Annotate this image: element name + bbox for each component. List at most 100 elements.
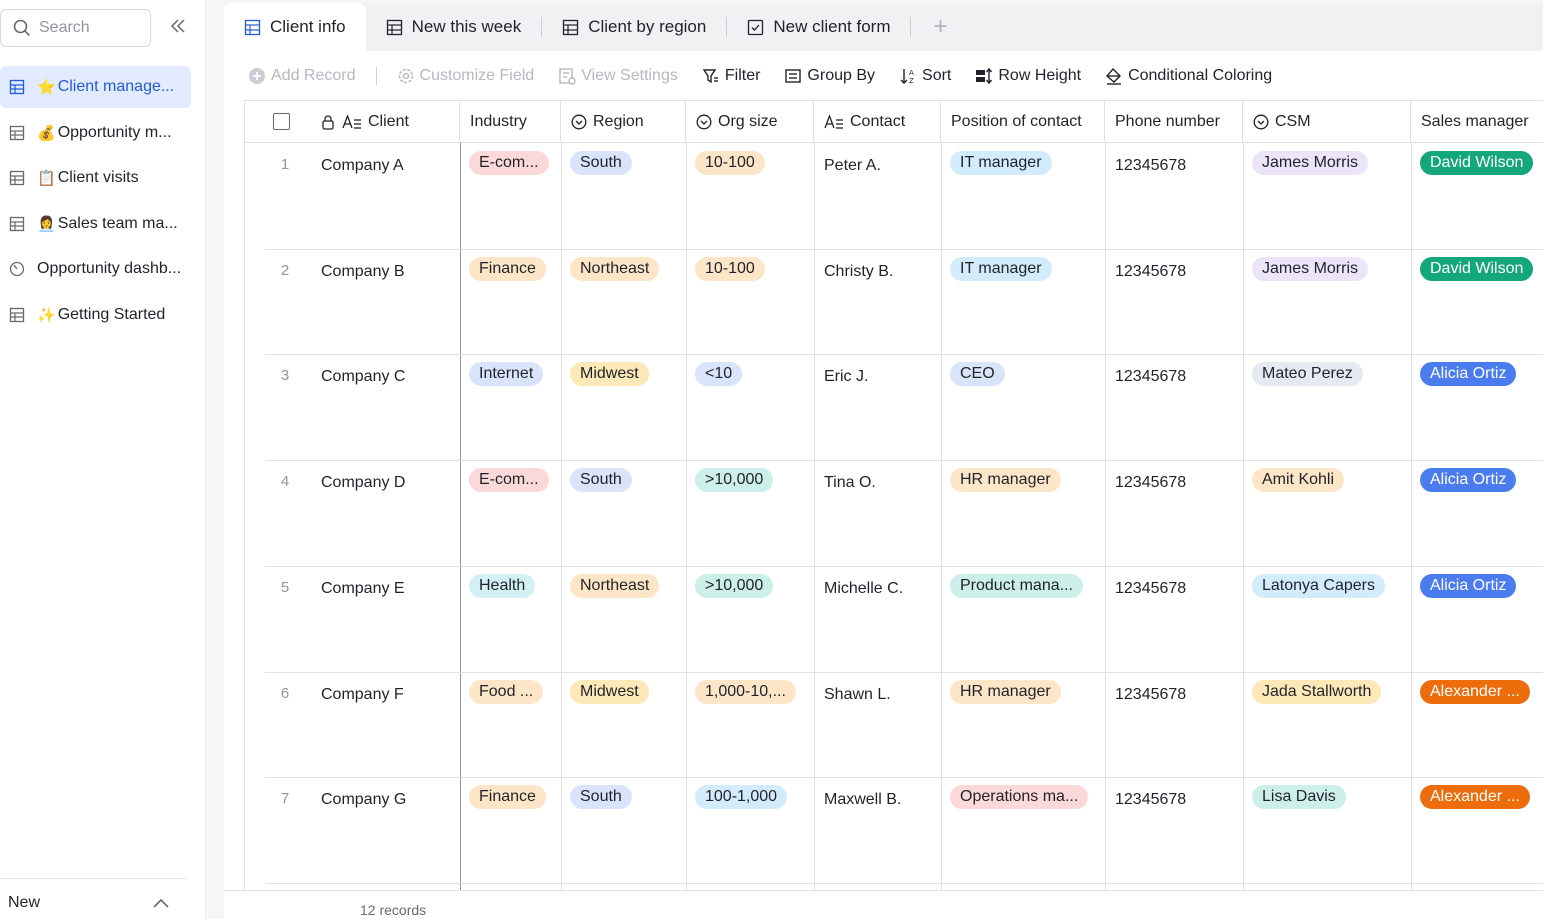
header-position[interactable]: Position of contact — [941, 101, 1105, 143]
tag-position[interactable]: HR manager — [950, 468, 1061, 493]
tag-position[interactable]: HR manager — [950, 679, 1061, 704]
tag-csm[interactable]: Lisa Davis — [1252, 785, 1346, 810]
tag-industry[interactable]: E-com... — [469, 151, 549, 175]
sort-button[interactable]: AZ Sort — [899, 67, 951, 85]
sidebar-item-2[interactable]: 📋 Client visits — [0, 157, 191, 199]
cell-client[interactable]: Company C — [321, 368, 405, 386]
tag-region[interactable]: Northeast — [570, 573, 660, 598]
cell-phone[interactable]: 12345678 — [1115, 791, 1186, 809]
cell-phone[interactable]: 12345678 — [1115, 368, 1186, 386]
header-sales-manager[interactable]: Sales manager — [1411, 101, 1543, 143]
add-view-icon[interactable]: + — [933, 13, 947, 41]
tag-industry[interactable]: Food ... — [469, 679, 544, 704]
tag-csm[interactable]: Jada Stallworth — [1252, 679, 1382, 704]
cell-contact[interactable]: Maxwell B. — [824, 791, 901, 809]
tag-org-size[interactable]: 1,000-10,... — [695, 679, 796, 704]
header-org-size[interactable]: Org size — [686, 101, 814, 143]
tag-industry[interactable]: Health — [469, 573, 536, 598]
tag-sales-manager[interactable]: David Wilson — [1420, 151, 1534, 175]
cell-phone[interactable]: 12345678 — [1115, 474, 1186, 492]
new-menu[interactable]: New — [0, 878, 186, 919]
tag-org-size[interactable]: 10-100 — [695, 256, 765, 281]
tag-org-size[interactable]: 10-100 — [695, 151, 765, 175]
cell-contact[interactable]: Tina O. — [824, 474, 876, 492]
tag-industry[interactable]: E-com... — [469, 468, 549, 493]
tag-org-size[interactable]: 100-1,000 — [695, 785, 788, 810]
collapse-sidebar-icon[interactable] — [168, 16, 188, 36]
search-input[interactable]: Search — [0, 9, 151, 47]
cell-client[interactable]: Company D — [321, 474, 405, 492]
tag-region[interactable]: South — [570, 785, 632, 810]
view-tabs: Client info New this week Client by region… — [224, 3, 1543, 51]
tag-region[interactable]: South — [570, 151, 632, 175]
tag-region[interactable]: Midwest — [570, 362, 649, 387]
tag-position[interactable]: IT manager — [950, 151, 1052, 175]
cell-client[interactable]: Company A — [321, 157, 404, 175]
sidebar-item-1[interactable]: 💰 Opportunity m... — [0, 112, 191, 154]
tag-csm[interactable]: Mateo Perez — [1252, 362, 1363, 387]
cell-phone[interactable]: 12345678 — [1115, 157, 1186, 175]
tag-sales-manager[interactable]: David Wilson — [1420, 256, 1534, 281]
tag-sales-manager[interactable]: Alicia Ortiz — [1420, 573, 1517, 598]
cell-phone[interactable]: 12345678 — [1115, 686, 1186, 704]
tag-csm[interactable]: James Morris — [1252, 256, 1369, 281]
emoji-icon: 💰 — [37, 125, 56, 142]
tag-region[interactable]: Midwest — [570, 679, 649, 704]
tag-industry[interactable]: Finance — [469, 256, 546, 281]
header-client[interactable]: Client — [245, 101, 460, 143]
tag-sales-manager[interactable]: Alexander ... — [1420, 785, 1530, 810]
sidebar-item-5[interactable]: ✨ Getting Started — [0, 294, 191, 336]
cell-contact[interactable]: Michelle C. — [824, 580, 903, 598]
tag-region[interactable]: Northeast — [570, 256, 660, 281]
header-csm[interactable]: CSM — [1243, 101, 1411, 143]
text-field-icon — [342, 113, 361, 129]
cell-client[interactable]: Company F — [321, 686, 404, 704]
tag-csm[interactable]: James Morris — [1252, 151, 1369, 175]
sidebar-item-4[interactable]: Opportunity dashb... — [0, 248, 191, 290]
tag-position[interactable]: CEO — [950, 362, 1005, 387]
conditional-coloring-button[interactable]: Conditional Coloring — [1105, 67, 1272, 85]
cell-phone[interactable]: 12345678 — [1115, 580, 1186, 598]
header-contact[interactable]: Contact — [814, 101, 941, 143]
header-industry[interactable]: Industry — [460, 101, 561, 143]
cell-contact[interactable]: Eric J. — [824, 368, 868, 386]
customize-field-button[interactable]: Customize Field — [397, 67, 534, 85]
row-height-button[interactable]: Row Height — [975, 67, 1081, 85]
tag-position[interactable]: IT manager — [950, 256, 1052, 281]
sidebar-item-0[interactable]: ⭐ Client manage... — [0, 66, 191, 108]
add-record-button[interactable]: Add Record — [248, 67, 356, 85]
sidebar-item-label: Getting Started — [57, 306, 166, 323]
select-all-checkbox[interactable] — [273, 113, 290, 130]
tag-csm[interactable]: Latonya Capers — [1252, 573, 1385, 598]
header-region[interactable]: Region — [561, 101, 686, 143]
cell-contact[interactable]: Shawn L. — [824, 686, 891, 704]
tag-industry[interactable]: Internet — [469, 362, 544, 387]
tag-position[interactable]: Product mana... — [950, 573, 1083, 598]
tab-0[interactable]: Client info — [224, 3, 366, 51]
tag-sales-manager[interactable]: Alicia Ortiz — [1420, 362, 1517, 387]
tab-label: Client info — [270, 17, 346, 36]
tag-industry[interactable]: Finance — [469, 785, 546, 810]
tag-org-size[interactable]: >10,000 — [695, 468, 774, 493]
sidebar-item-3[interactable]: 👩‍💼 Sales team ma... — [0, 203, 191, 245]
cell-client[interactable]: Company G — [321, 791, 406, 809]
cell-client[interactable]: Company B — [321, 263, 405, 281]
cell-contact[interactable]: Christy B. — [824, 263, 893, 281]
tag-csm[interactable]: Amit Kohli — [1252, 468, 1345, 493]
group-by-button[interactable]: Group By — [784, 67, 875, 85]
cell-client[interactable]: Company E — [321, 580, 405, 598]
tag-org-size[interactable]: <10 — [695, 362, 743, 387]
tag-sales-manager[interactable]: Alicia Ortiz — [1420, 468, 1517, 493]
header-phone[interactable]: Phone number — [1105, 101, 1243, 143]
cell-contact[interactable]: Peter A. — [824, 157, 881, 175]
tab-2[interactable]: Client by region — [542, 3, 726, 51]
cell-phone[interactable]: 12345678 — [1115, 263, 1186, 281]
tag-region[interactable]: South — [570, 468, 632, 493]
tag-position[interactable]: Operations ma... — [950, 785, 1089, 810]
tab-3[interactable]: New client form — [727, 3, 910, 51]
tag-org-size[interactable]: >10,000 — [695, 573, 774, 598]
tag-sales-manager[interactable]: Alexander ... — [1420, 679, 1530, 704]
filter-button[interactable]: Filter — [702, 67, 760, 85]
view-settings-button[interactable]: View Settings — [558, 67, 678, 85]
tab-1[interactable]: New this week — [366, 3, 542, 51]
